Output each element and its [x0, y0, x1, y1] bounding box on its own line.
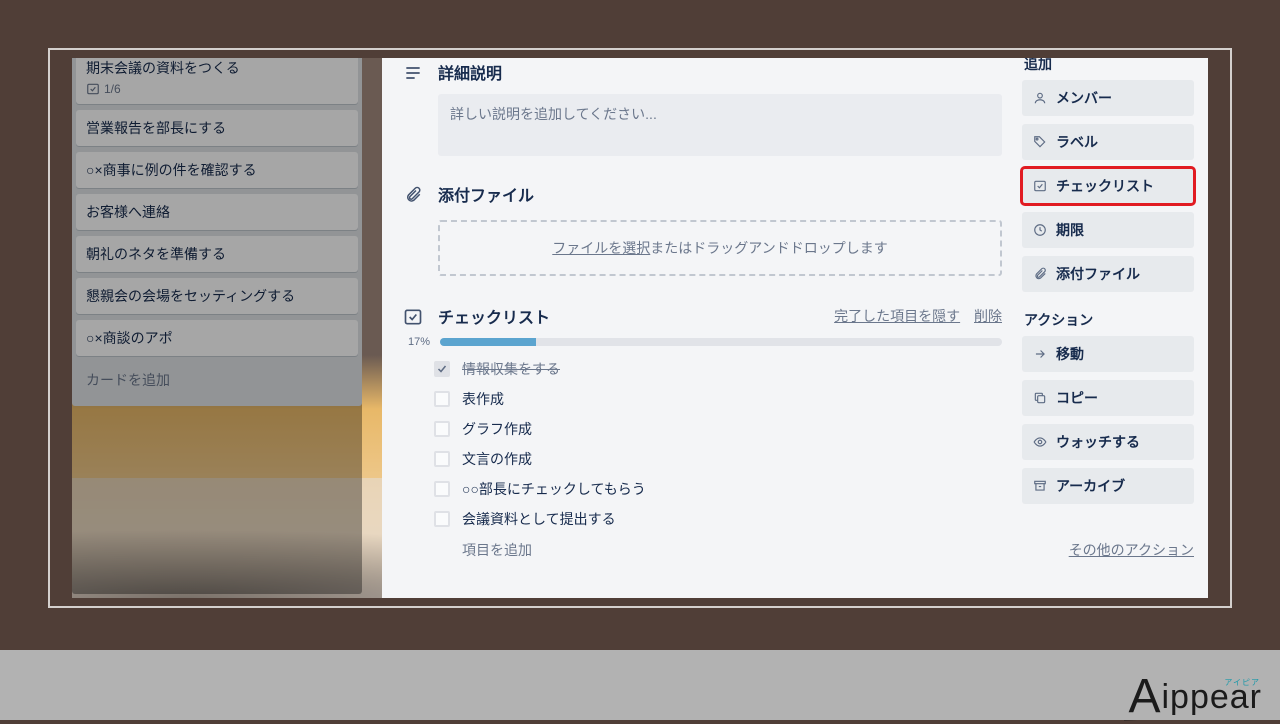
member-icon — [1032, 90, 1048, 106]
description-icon — [402, 62, 424, 84]
checkbox[interactable] — [434, 511, 450, 527]
progress-bar — [440, 338, 1002, 346]
side-button-watch[interactable]: ウォッチする — [1022, 424, 1194, 460]
checklist-icon — [1032, 178, 1048, 194]
checkbox[interactable] — [434, 391, 450, 407]
side-button-clock[interactable]: 期限 — [1022, 212, 1194, 248]
attachment-drop-text: またはドラッグアンドドロップします — [650, 240, 887, 256]
side-button-label: アーカイブ — [1056, 476, 1125, 496]
copy-icon — [1032, 390, 1048, 406]
checklist-icon — [402, 306, 424, 328]
checklist-item[interactable]: グラフ作成 — [434, 414, 1002, 444]
side-button-attach[interactable]: 添付ファイル — [1022, 256, 1194, 292]
watch-icon — [1032, 434, 1048, 450]
checklist-heading: チェックリスト — [438, 304, 810, 328]
label-icon — [1032, 134, 1048, 150]
attachment-icon — [402, 184, 424, 206]
side-button-label: メンバー — [1056, 88, 1112, 108]
side-button-label: 添付ファイル — [1056, 264, 1140, 284]
progress-percent: 17% — [402, 336, 430, 348]
checklist-item[interactable]: 情報収集をする — [434, 354, 1002, 384]
side-button-label: 移動 — [1056, 344, 1084, 364]
other-actions-link[interactable]: その他のアクション — [1022, 540, 1194, 560]
file-select-link[interactable]: ファイルを選択 — [552, 240, 650, 256]
checklist-item[interactable]: 文言の作成 — [434, 444, 1002, 474]
side-button-arrow[interactable]: 移動 — [1022, 336, 1194, 372]
checklist-item[interactable]: ○○部長にチェックしてもらう — [434, 474, 1002, 504]
checklist-item-label: グラフ作成 — [462, 419, 532, 439]
checklist-item[interactable]: 会議資料として提出する — [434, 504, 1002, 534]
side-button-label: コピー — [1056, 388, 1098, 408]
delete-checklist-link[interactable]: 削除 — [974, 308, 1002, 324]
add-checklist-item[interactable]: 項目を追加 — [434, 540, 1002, 560]
attachment-dropzone[interactable]: ファイルを選択またはドラッグアンドドロップします — [438, 220, 1002, 276]
checklist-item-label: 情報収集をする — [462, 359, 560, 379]
side-button-archive[interactable]: アーカイブ — [1022, 468, 1194, 504]
checklist-item-label: ○○部長にチェックしてもらう — [462, 479, 646, 499]
description-textarea[interactable]: 詳しい説明を追加してください... — [438, 94, 1002, 156]
card-detail-modal: 詳細説明 詳しい説明を追加してください... 添付ファイル ファイルを選択または… — [382, 58, 1208, 598]
attach-icon — [1032, 266, 1048, 282]
archive-icon — [1032, 478, 1048, 494]
checkbox[interactable] — [434, 451, 450, 467]
checklist-item-label: 文言の作成 — [462, 449, 532, 469]
side-button-label: ウォッチする — [1056, 432, 1140, 452]
arrow-icon — [1032, 346, 1048, 362]
checkbox[interactable] — [434, 421, 450, 437]
side-button-label: 期限 — [1056, 220, 1084, 240]
checklist-item[interactable]: 表作成 — [434, 384, 1002, 414]
attachment-heading: 添付ファイル — [438, 182, 534, 206]
clock-icon — [1032, 222, 1048, 238]
side-action-heading: アクション — [1024, 310, 1194, 330]
side-button-label[interactable]: ラベル — [1022, 124, 1194, 160]
checklist-item-label: 表作成 — [462, 389, 504, 409]
side-button-checklist[interactable]: チェックリスト — [1022, 168, 1194, 204]
description-heading: 詳細説明 — [438, 60, 502, 84]
checklist-item-label: 会議資料として提出する — [462, 509, 616, 529]
side-button-label: チェックリスト — [1056, 176, 1154, 196]
side-button-member[interactable]: メンバー — [1022, 80, 1194, 116]
checkbox[interactable] — [434, 361, 450, 377]
brand-logo: Aippear アイピア — [1128, 665, 1262, 720]
checkbox[interactable] — [434, 481, 450, 497]
side-add-heading: 追加 — [1024, 58, 1194, 74]
side-button-label: ラベル — [1056, 132, 1098, 152]
list-dim-overlay — [72, 58, 362, 594]
hide-completed-link[interactable]: 完了した項目を隠す — [834, 308, 960, 324]
side-button-copy[interactable]: コピー — [1022, 380, 1194, 416]
footer-band — [0, 650, 1280, 720]
